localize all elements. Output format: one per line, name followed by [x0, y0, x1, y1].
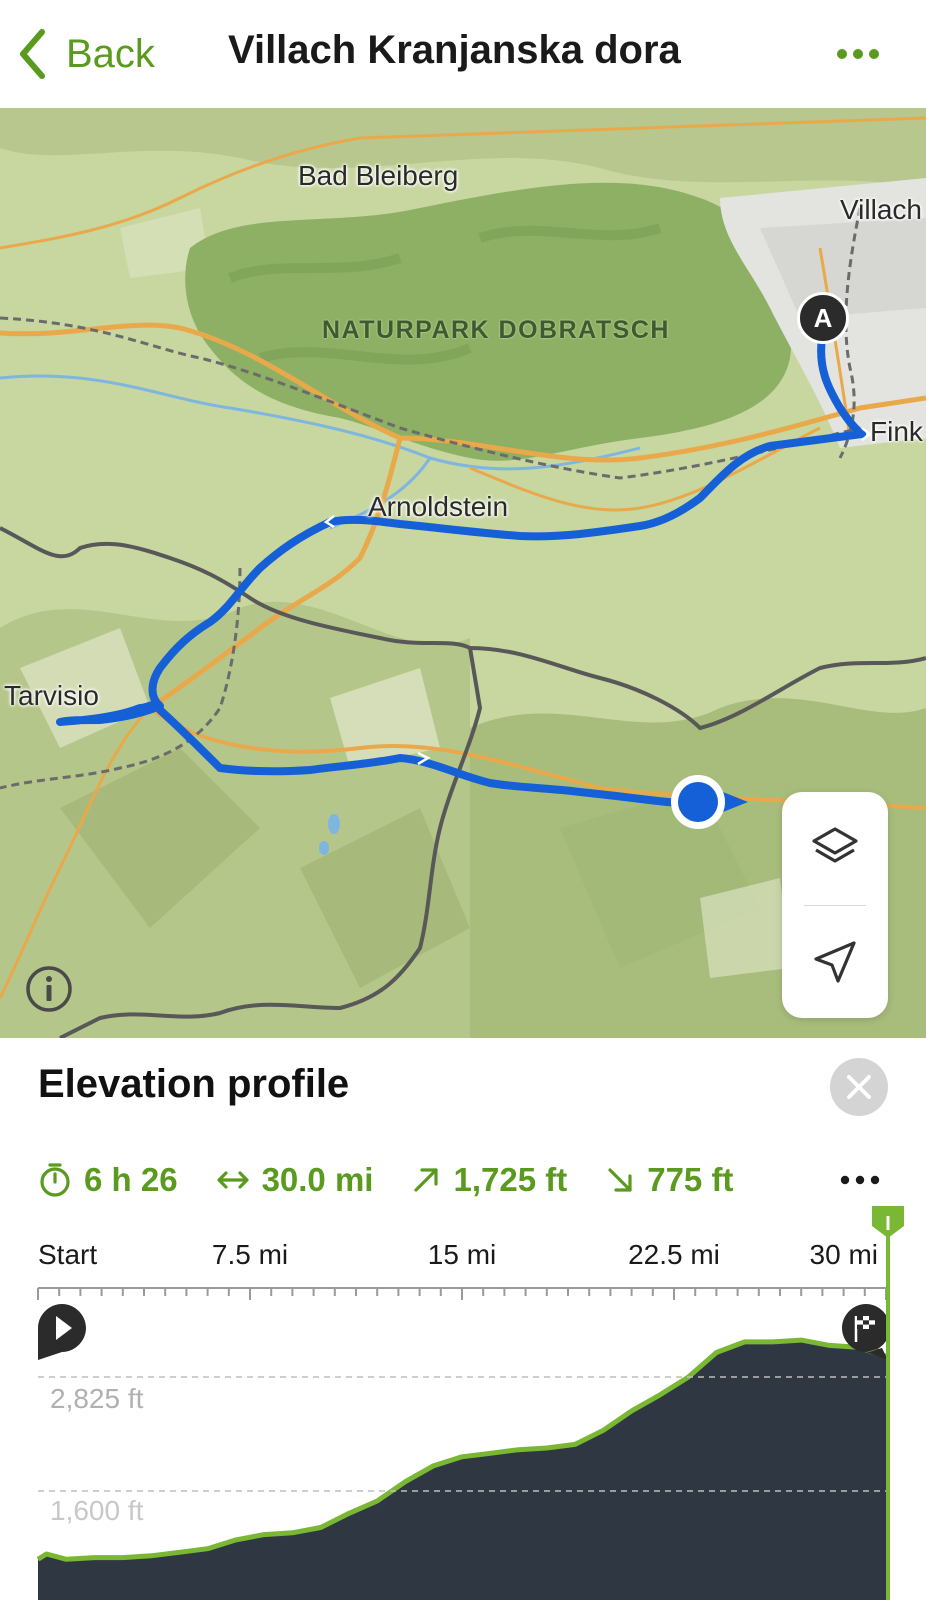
location-arrow-icon: [814, 941, 856, 983]
elevation-title: Elevation profile: [38, 1062, 350, 1106]
elevation-area: [38, 1340, 886, 1600]
stat-descent: 775 ft: [605, 1161, 733, 1199]
stat-ascent-value: 1,725 ft: [453, 1161, 568, 1198]
elevation-panel: Elevation profile 6 h 26 30.0 mi 1,725 f…: [0, 1038, 926, 1600]
nav-bar: Back Villach Kranjanska dora: [0, 0, 926, 109]
layers-button[interactable]: [782, 792, 888, 904]
stopwatch-icon: [40, 1163, 70, 1197]
stats-more-button[interactable]: [836, 1162, 884, 1198]
route-stats: 6 h 26 30.0 mi 1,725 ft 775 ft: [38, 1156, 771, 1204]
locate-me-button[interactable]: [782, 906, 888, 1018]
map-label-villach: Villach: [840, 194, 922, 225]
descent-arrow-icon: [608, 1168, 632, 1192]
map-label-bad-bleiberg: Bad Bleiberg: [298, 160, 459, 191]
close-button[interactable]: [830, 1058, 888, 1116]
stat-distance-value: 30.0 mi: [261, 1161, 374, 1198]
stat-duration-value: 6 h 26: [84, 1161, 178, 1198]
y-tick-label-upper: 2,825 ft: [50, 1383, 144, 1414]
start-pin-icon: [38, 1304, 86, 1360]
stat-distance: 30.0 mi: [216, 1161, 374, 1199]
close-icon: [847, 1075, 871, 1099]
map-label-tarvisio: Tarvisio: [4, 680, 99, 711]
more-options-button[interactable]: [834, 34, 882, 74]
back-button[interactable]: Back: [18, 22, 155, 86]
y-tick-label-lower: 1,600 ft: [50, 1495, 144, 1526]
layers-icon: [812, 827, 858, 863]
x-tick-label: 15 mi: [428, 1239, 496, 1270]
ellipsis-icon: [837, 49, 879, 59]
x-tick-label: 22.5 mi: [628, 1239, 720, 1270]
stat-descent-value: 775 ft: [647, 1161, 734, 1198]
x-axis-ruler: [37, 1287, 887, 1300]
map-label-park: NATURPARK DOBRATSCH: [322, 316, 670, 344]
map-label-arnoldstein: Arnoldstein: [368, 491, 509, 522]
map-controls: [782, 792, 888, 1018]
ellipsis-icon: [840, 1175, 880, 1185]
current-location-icon: [671, 775, 748, 829]
x-tick-label: Start: [38, 1239, 97, 1270]
chevron-left-icon: [20, 29, 45, 79]
ascent-arrow-icon: [414, 1168, 439, 1192]
info-icon[interactable]: [24, 964, 74, 1014]
stat-ascent: 1,725 ft: [411, 1161, 567, 1199]
x-tick-label: 30 mi: [810, 1239, 878, 1270]
distance-arrows-icon: [216, 1171, 249, 1189]
x-tick-label: 7.5 mi: [212, 1239, 288, 1270]
page-title: Villach Kranjanska dora: [228, 28, 681, 72]
stat-duration: 6 h 26: [38, 1161, 178, 1199]
map-label-finkenstein: Fink: [870, 416, 923, 447]
route-map[interactable]: Bad Bleiberg Villach NATURPARK DOBRATSCH…: [0, 108, 926, 1038]
elevation-chart[interactable]: Start 7.5 mi 15 mi 22.5 mi 30 mi 2,825 f…: [0, 1206, 926, 1600]
start-marker-letter: A: [813, 302, 833, 333]
route-start-marker[interactable]: A: [797, 292, 849, 344]
back-label: Back: [66, 31, 155, 76]
